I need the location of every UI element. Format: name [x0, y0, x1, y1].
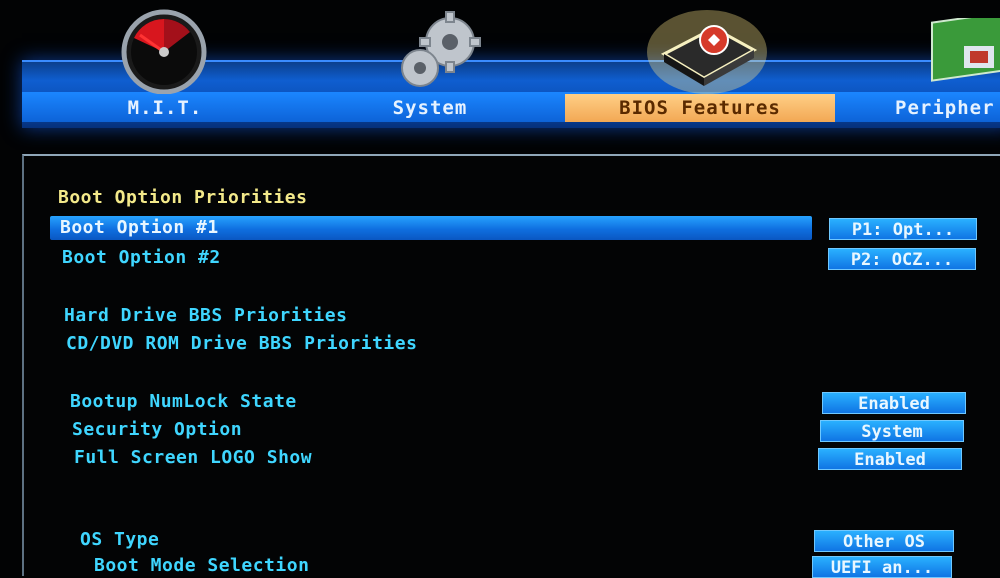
- hard-drive-bbs-priorities[interactable]: Hard Drive BBS Priorities: [64, 304, 347, 328]
- chip-icon: [647, 10, 767, 94]
- boot-option-1[interactable]: Boot Option #1: [50, 216, 812, 240]
- card-icon: [931, 18, 1000, 82]
- section-title: Boot Option Priorities: [58, 187, 308, 208]
- cd-dvd-bbs-priorities[interactable]: CD/DVD ROM Drive BBS Priorities: [66, 332, 417, 356]
- tab-peripherals[interactable]: Peripher: [895, 94, 1000, 122]
- boot-option-1-label: Boot Option #1: [60, 217, 219, 238]
- gears-icon: [401, 11, 481, 87]
- boot-option-2-value[interactable]: P2: OCZ...: [828, 248, 976, 270]
- boot-option-2[interactable]: Boot Option #2: [62, 246, 221, 270]
- tab-bios-features[interactable]: BIOS Features: [565, 94, 835, 122]
- os-type[interactable]: OS Type: [80, 528, 159, 552]
- bootup-numlock-state[interactable]: Bootup NumLock State: [70, 390, 297, 414]
- tab-mit[interactable]: M.I.T.: [110, 94, 220, 122]
- full-screen-logo-show[interactable]: Full Screen LOGO Show: [74, 446, 312, 470]
- full-screen-logo-show-value[interactable]: Enabled: [818, 448, 962, 470]
- bootup-numlock-state-value[interactable]: Enabled: [822, 392, 966, 414]
- security-option-value[interactable]: System: [820, 420, 964, 442]
- top-menu-bar: M.I.T. System BIOS Features Peripher: [0, 0, 1000, 135]
- boot-option-1-value[interactable]: P1: Opt...: [829, 218, 977, 240]
- boot-mode-selection[interactable]: Boot Mode Selection: [94, 554, 309, 578]
- boot-mode-selection-value[interactable]: UEFI an...: [812, 556, 952, 578]
- security-option[interactable]: Security Option: [72, 418, 242, 442]
- os-type-value[interactable]: Other OS: [814, 530, 954, 552]
- speedometer-icon: [121, 9, 207, 94]
- tab-system[interactable]: System: [370, 94, 490, 122]
